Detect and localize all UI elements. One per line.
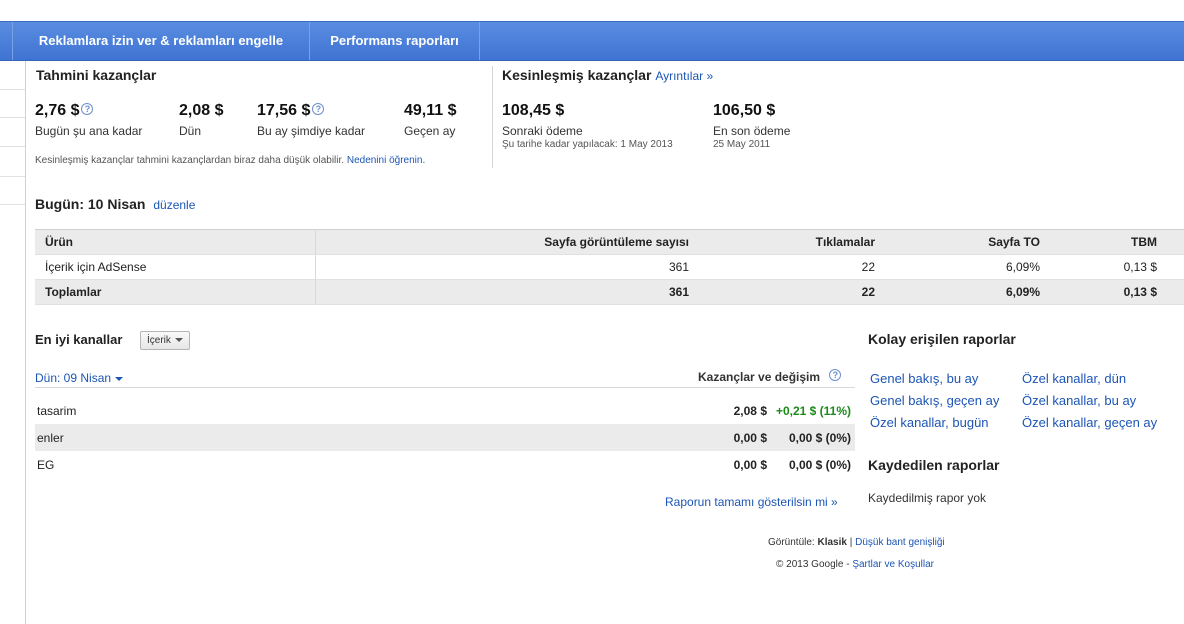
column-header[interactable]: TBM — [1050, 229, 1184, 255]
last-month-value: 49,11 $ — [404, 102, 457, 119]
list-item[interactable]: enler 0,00 $ 0,00 $ (0%) — [35, 424, 855, 451]
yesterday-label: Dün — [179, 124, 202, 138]
table-cell: 22 — [699, 254, 885, 280]
table-header-row: Ürün Sayfa görüntüleme sayısı Tıklamalar… — [35, 229, 1184, 255]
rail-divider — [0, 89, 25, 90]
table-cell: 0,13 $ — [1050, 254, 1184, 280]
learn-why-link[interactable]: Nedenini öğrenin. — [347, 155, 425, 166]
finalized-earnings-title: Kesinleşmiş kazançlar Ayrıntılar » — [502, 67, 714, 83]
month-label: Bu ay şimdiye kadar — [257, 124, 366, 138]
rail-divider — [0, 204, 25, 205]
table-cell: 361 — [315, 254, 699, 280]
view-label: Görüntüle: — [768, 537, 815, 548]
rail-divider — [0, 146, 25, 147]
channel-change: +0,21 $ (11%) — [775, 404, 851, 418]
content-type-dropdown[interactable]: İçerik — [140, 331, 190, 350]
left-sidebar-rail — [0, 61, 26, 624]
next-payment-value: 108,45 $ — [502, 102, 565, 119]
help-icon[interactable]: ? — [312, 103, 325, 115]
copyright: © 2013 Google - — [776, 559, 850, 570]
last-month-label: Geçen ay — [404, 124, 456, 138]
last-payment-value: 106,50 $ — [713, 102, 776, 119]
saved-reports-empty: Kaydedilmiş rapor yok — [868, 491, 987, 505]
channel-name: enler — [37, 431, 64, 445]
table-cell: Toplamlar — [35, 279, 316, 305]
quick-reports-title: Kolay erişilen raporlar — [868, 331, 1016, 347]
chevron-down-icon — [174, 338, 183, 343]
estimate-note: Kesinleşmiş kazançlar tahmini kazançlard… — [35, 155, 426, 166]
quick-report-link[interactable]: Özel kanallar, bu ay — [1022, 393, 1136, 408]
copyright-line: © 2013 Google - Şartlar ve Koşullar — [776, 559, 934, 570]
quick-report-link[interactable]: Özel kanallar, geçen ay — [1022, 415, 1157, 430]
quick-report-link[interactable]: Genel bakış, geçen ay — [870, 393, 999, 408]
section-divider — [492, 66, 493, 168]
today-title: Bugün: 10 Nisan düzenle — [35, 196, 196, 212]
channel-amount: 0,00 $ — [733, 458, 767, 472]
top-spacer — [0, 0, 1184, 21]
estimated-earnings-title: Tahmini kazançlar — [36, 67, 157, 83]
earnings-change-header: Kazançlar ve değişim ? — [698, 369, 842, 384]
month-value: 17,56 $? — [257, 102, 325, 120]
quick-report-link[interactable]: Özel kanallar, bugün — [870, 415, 989, 430]
column-header[interactable]: Ürün — [35, 229, 316, 255]
channel-change: 0,00 $ (0%) — [788, 458, 851, 472]
channels-divider — [35, 387, 855, 388]
tab-performance-reports[interactable]: Performans raporları — [310, 22, 480, 60]
separator: | — [849, 537, 853, 548]
channel-amount: 0,00 $ — [733, 431, 767, 445]
table-cell: 361 — [315, 279, 699, 305]
view-current: Klasik — [817, 537, 847, 548]
top-channels-title: En iyi kanallar — [35, 332, 123, 347]
table-cell: 22 — [699, 279, 885, 305]
summary-table: Ürün Sayfa görüntüleme sayısı Tıklamalar… — [35, 229, 1184, 305]
table-cell: 0,13 $ — [1050, 279, 1184, 305]
next-payment-label: Sonraki ödeme — [502, 124, 583, 138]
quick-report-link[interactable]: Genel bakış, bu ay — [870, 371, 978, 386]
table-row: İçerik için AdSense 361 22 6,09% 0,13 $ — [35, 254, 1184, 280]
full-report-link[interactable]: Raporun tamamı gösterilsin mi » — [665, 495, 838, 509]
next-payment-note: Şu tarihe kadar yapılacak: 1 May 2013 — [502, 139, 673, 150]
chevron-down-icon — [115, 376, 124, 381]
channel-change: 0,00 $ (0%) — [788, 431, 851, 445]
quick-report-link[interactable]: Özel kanallar, dün — [1022, 371, 1126, 386]
terms-link[interactable]: Şartlar ve Koşullar — [852, 559, 934, 570]
list-item[interactable]: tasarim 2,08 $ +0,21 $ (11%) — [35, 397, 855, 424]
top-navbar: Reklamlara izin ver & reklamları engelle… — [0, 21, 1184, 61]
details-link[interactable]: Ayrıntılar » — [655, 69, 713, 83]
channel-name: EG — [37, 458, 55, 472]
channel-name: tasarim — [37, 404, 77, 418]
column-header[interactable]: Sayfa görüntüleme sayısı — [315, 229, 699, 255]
list-item[interactable]: EG 0,00 $ 0,00 $ (0%) — [35, 451, 855, 478]
help-icon[interactable]: ? — [81, 103, 94, 115]
rail-divider — [0, 176, 25, 177]
table-cell: İçerik için AdSense — [35, 254, 316, 280]
saved-reports-title: Kaydedilen raporlar — [868, 457, 1000, 473]
column-header[interactable]: Tıklamalar — [699, 229, 885, 255]
help-icon[interactable]: ? — [829, 369, 842, 381]
last-payment-label: En son ödeme — [713, 124, 791, 138]
channel-amount: 2,08 $ — [733, 404, 767, 418]
rail-divider — [0, 117, 25, 118]
table-cell: 6,09% — [885, 279, 1050, 305]
column-header[interactable]: Sayfa TO — [885, 229, 1050, 255]
date-selector-link[interactable]: Dün: 09 Nisan — [35, 371, 124, 385]
tab-allow-block-ads[interactable]: Reklamlara izin ver & reklamları engelle — [12, 22, 310, 60]
last-payment-note: 25 May 2011 — [713, 139, 771, 150]
yesterday-value: 2,08 $ — [179, 102, 224, 119]
edit-link[interactable]: düzenle — [153, 198, 195, 212]
table-cell: 6,09% — [885, 254, 1050, 280]
view-switcher: Görüntüle: Klasik | Düşük bant genişliği — [768, 537, 945, 548]
today-label: Bugün şu ana kadar — [35, 124, 143, 138]
totals-row: Toplamlar 361 22 6,09% 0,13 $ — [35, 279, 1184, 305]
today-value: 2,76 $? — [35, 102, 94, 120]
low-bandwidth-link[interactable]: Düşük bant genişliği — [855, 537, 945, 548]
